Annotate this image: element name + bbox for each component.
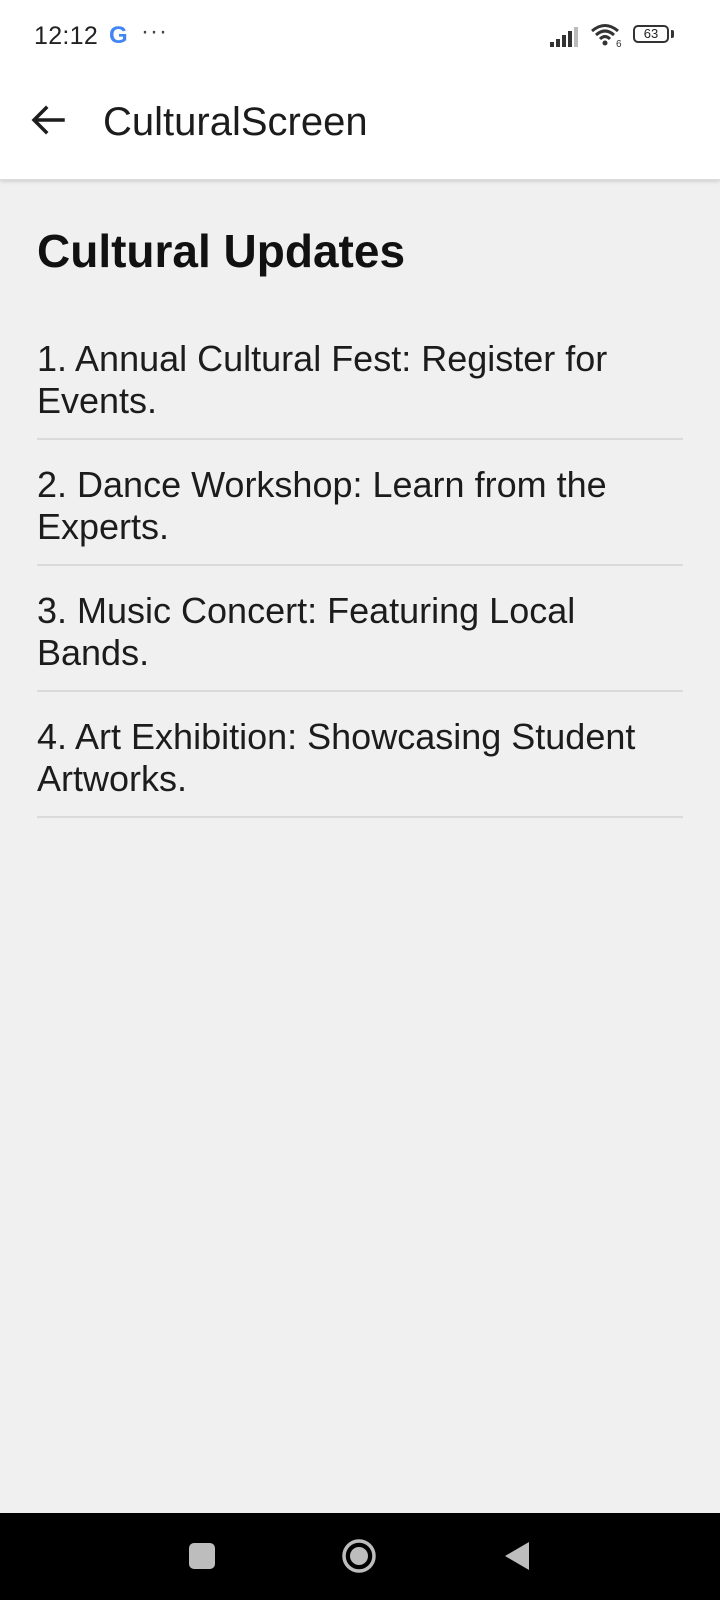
wifi-icon: 6: [590, 22, 624, 53]
system-nav-bar: [0, 1513, 720, 1600]
list-item[interactable]: 3. Music Concert: Featuring Local Bands.: [37, 566, 683, 692]
main-content: Cultural Updates 1. Annual Cultural Fest…: [37, 180, 683, 818]
recents-icon[interactable]: [189, 1543, 215, 1569]
updates-list: 1. Annual Cultural Fest: Register for Ev…: [37, 316, 683, 818]
battery-tip: [671, 30, 674, 38]
list-item[interactable]: 2. Dance Workshop: Learn from the Expert…: [37, 440, 683, 566]
status-time: 12:12: [34, 22, 99, 50]
list-item[interactable]: 1. Annual Cultural Fest: Register for Ev…: [37, 316, 683, 440]
battery-level-text: 63: [643, 26, 659, 41]
arrow-left-icon: [31, 105, 65, 135]
battery-icon: 63: [633, 25, 674, 45]
google-icon: G: [109, 22, 129, 55]
overflow-dots-icon: ···: [141, 18, 168, 45]
svg-text:6: 6: [616, 39, 622, 48]
back-button[interactable]: [22, 94, 74, 146]
list-item[interactable]: 4. Art Exhibition: Showcasing Student Ar…: [37, 692, 683, 818]
page-title: Cultural Updates: [37, 225, 406, 277]
app-bar-title: CulturalScreen: [103, 100, 368, 144]
svg-text:G: G: [109, 22, 128, 48]
signal-icon: [550, 24, 584, 53]
status-bar: 12:12 G ··· 6 63: [0, 0, 720, 72]
back-triangle-icon[interactable]: [503, 1540, 531, 1572]
app-bar: CulturalScreen: [0, 72, 720, 180]
home-icon[interactable]: [341, 1538, 377, 1574]
